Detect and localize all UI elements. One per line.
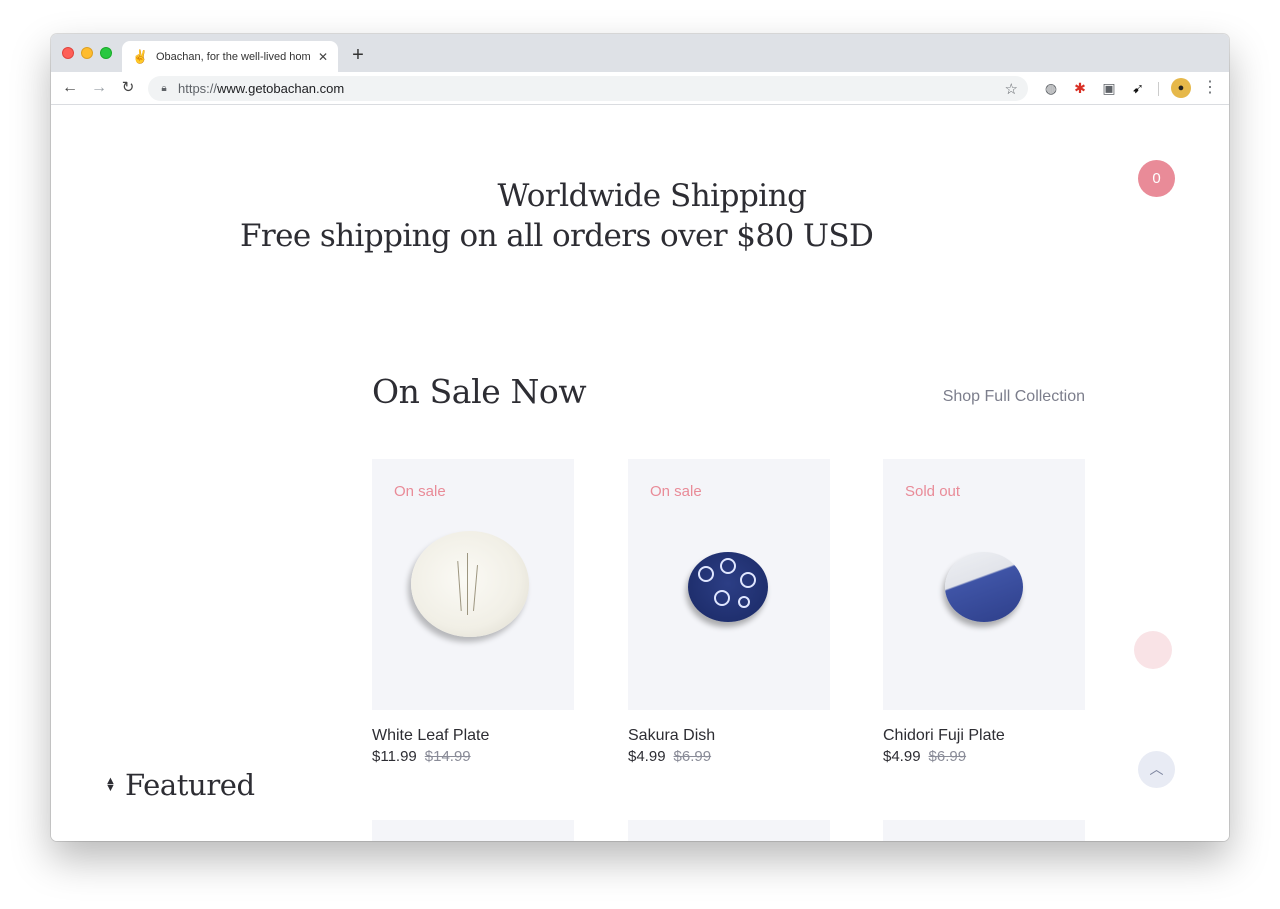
url-text[interactable]: https://www.getobachan.com — [178, 81, 1005, 96]
product-price: $4.99 $6.99 — [883, 748, 1085, 765]
lock-icon: 🔒︎ — [161, 83, 167, 94]
tab-strip: ✌ Obachan, for the well-lived hom ✕ + — [51, 34, 1229, 72]
profile-avatar[interactable]: ● — [1171, 78, 1191, 98]
close-window-button[interactable] — [62, 47, 74, 59]
scroll-to-top-button[interactable]: ︿ — [1138, 751, 1175, 788]
product-image[interactable]: On sale — [628, 459, 830, 710]
maximize-window-button[interactable] — [100, 47, 112, 59]
product-image[interactable]: Sold out — [883, 459, 1085, 710]
product-name[interactable]: Sakura Dish — [628, 727, 830, 745]
tab-title: Obachan, for the well-lived hom — [156, 50, 310, 63]
product-card-placeholder[interactable] — [628, 820, 830, 841]
section-title: On Sale Now — [372, 372, 587, 411]
browser-menu-icon[interactable]: ⋮ — [1201, 79, 1219, 97]
product-card-placeholder[interactable] — [883, 820, 1085, 841]
new-tab-button[interactable]: + — [347, 44, 369, 66]
back-arrow-icon[interactable]: ← — [60, 78, 80, 98]
original-price: $14.99 — [424, 748, 471, 765]
product-price: $4.99 $6.99 — [628, 748, 830, 765]
sale-badge: On sale — [650, 483, 702, 500]
minimize-window-button[interactable] — [81, 47, 93, 59]
sort-arrows-icon: ▲ ▼ — [105, 775, 116, 794]
browser-window: ✌ Obachan, for the well-lived hom ✕ + ← … — [51, 34, 1229, 841]
toolbar-divider — [1158, 82, 1159, 96]
bird-extension-icon[interactable]: ➹ — [1129, 79, 1147, 97]
sold-out-badge: Sold out — [905, 483, 961, 500]
product-card[interactable]: Sold out Chidori Fuji Plate $4.99 $6.99 — [883, 459, 1085, 765]
sakura-dish-image — [688, 552, 768, 622]
globe-extension-icon[interactable]: ◍ — [1042, 79, 1060, 97]
sale-price: $11.99 — [372, 748, 417, 765]
announcement-title: Worldwide Shipping — [497, 178, 807, 214]
cart-count-badge[interactable]: 0 — [1138, 160, 1175, 197]
original-price: $6.99 — [673, 748, 712, 765]
product-card-placeholder[interactable] — [372, 820, 574, 841]
product-image[interactable]: On sale — [372, 459, 574, 710]
announcement-subtitle: Free shipping on all orders over $80 USD — [240, 218, 874, 254]
original-price: $6.99 — [928, 748, 967, 765]
tab-active[interactable]: ✌ Obachan, for the well-lived hom ✕ — [122, 41, 338, 72]
address-bar[interactable]: 🔒︎ https://www.getobachan.com ☆ — [148, 76, 1028, 101]
white-leaf-plate-image — [411, 531, 529, 637]
product-name[interactable]: Chidori Fuji Plate — [883, 727, 1085, 745]
chidori-fuji-plate-image — [945, 552, 1023, 622]
reload-icon[interactable]: ↻ — [118, 78, 138, 98]
product-name[interactable]: White Leaf Plate — [372, 727, 574, 745]
facebook-extension-icon[interactable]: ▣ — [1100, 79, 1118, 97]
product-card[interactable]: On sale White Leaf Plate $11.99 $14.99 — [372, 459, 574, 765]
sale-price: $4.99 — [628, 748, 666, 765]
sort-label: Featured — [125, 768, 255, 802]
product-price: $11.99 $14.99 — [372, 748, 574, 765]
sort-dropdown[interactable]: ▲ ▼ Featured — [105, 768, 255, 802]
peace-hand-icon: ✌ — [132, 48, 149, 64]
sale-badge: On sale — [394, 483, 446, 500]
browser-toolbar: ← → ↻ 🔒︎ https://www.getobachan.com ☆ ◍ … — [51, 72, 1229, 105]
product-card[interactable]: On sale Sakura Dish $4.99 $6.99 — [628, 459, 830, 765]
bookmark-star-icon[interactable]: ☆ — [1005, 80, 1018, 98]
color-extension-icon[interactable]: ✱ — [1071, 79, 1089, 97]
page-content: Worldwide Shipping Free shipping on all … — [51, 106, 1229, 841]
floating-action-dot[interactable] — [1134, 631, 1172, 669]
sale-price: $4.99 — [883, 748, 921, 765]
shop-full-collection-link[interactable]: Shop Full Collection — [901, 388, 1085, 406]
forward-arrow-icon[interactable]: → — [89, 78, 109, 98]
tab-close-icon[interactable]: ✕ — [316, 50, 330, 64]
